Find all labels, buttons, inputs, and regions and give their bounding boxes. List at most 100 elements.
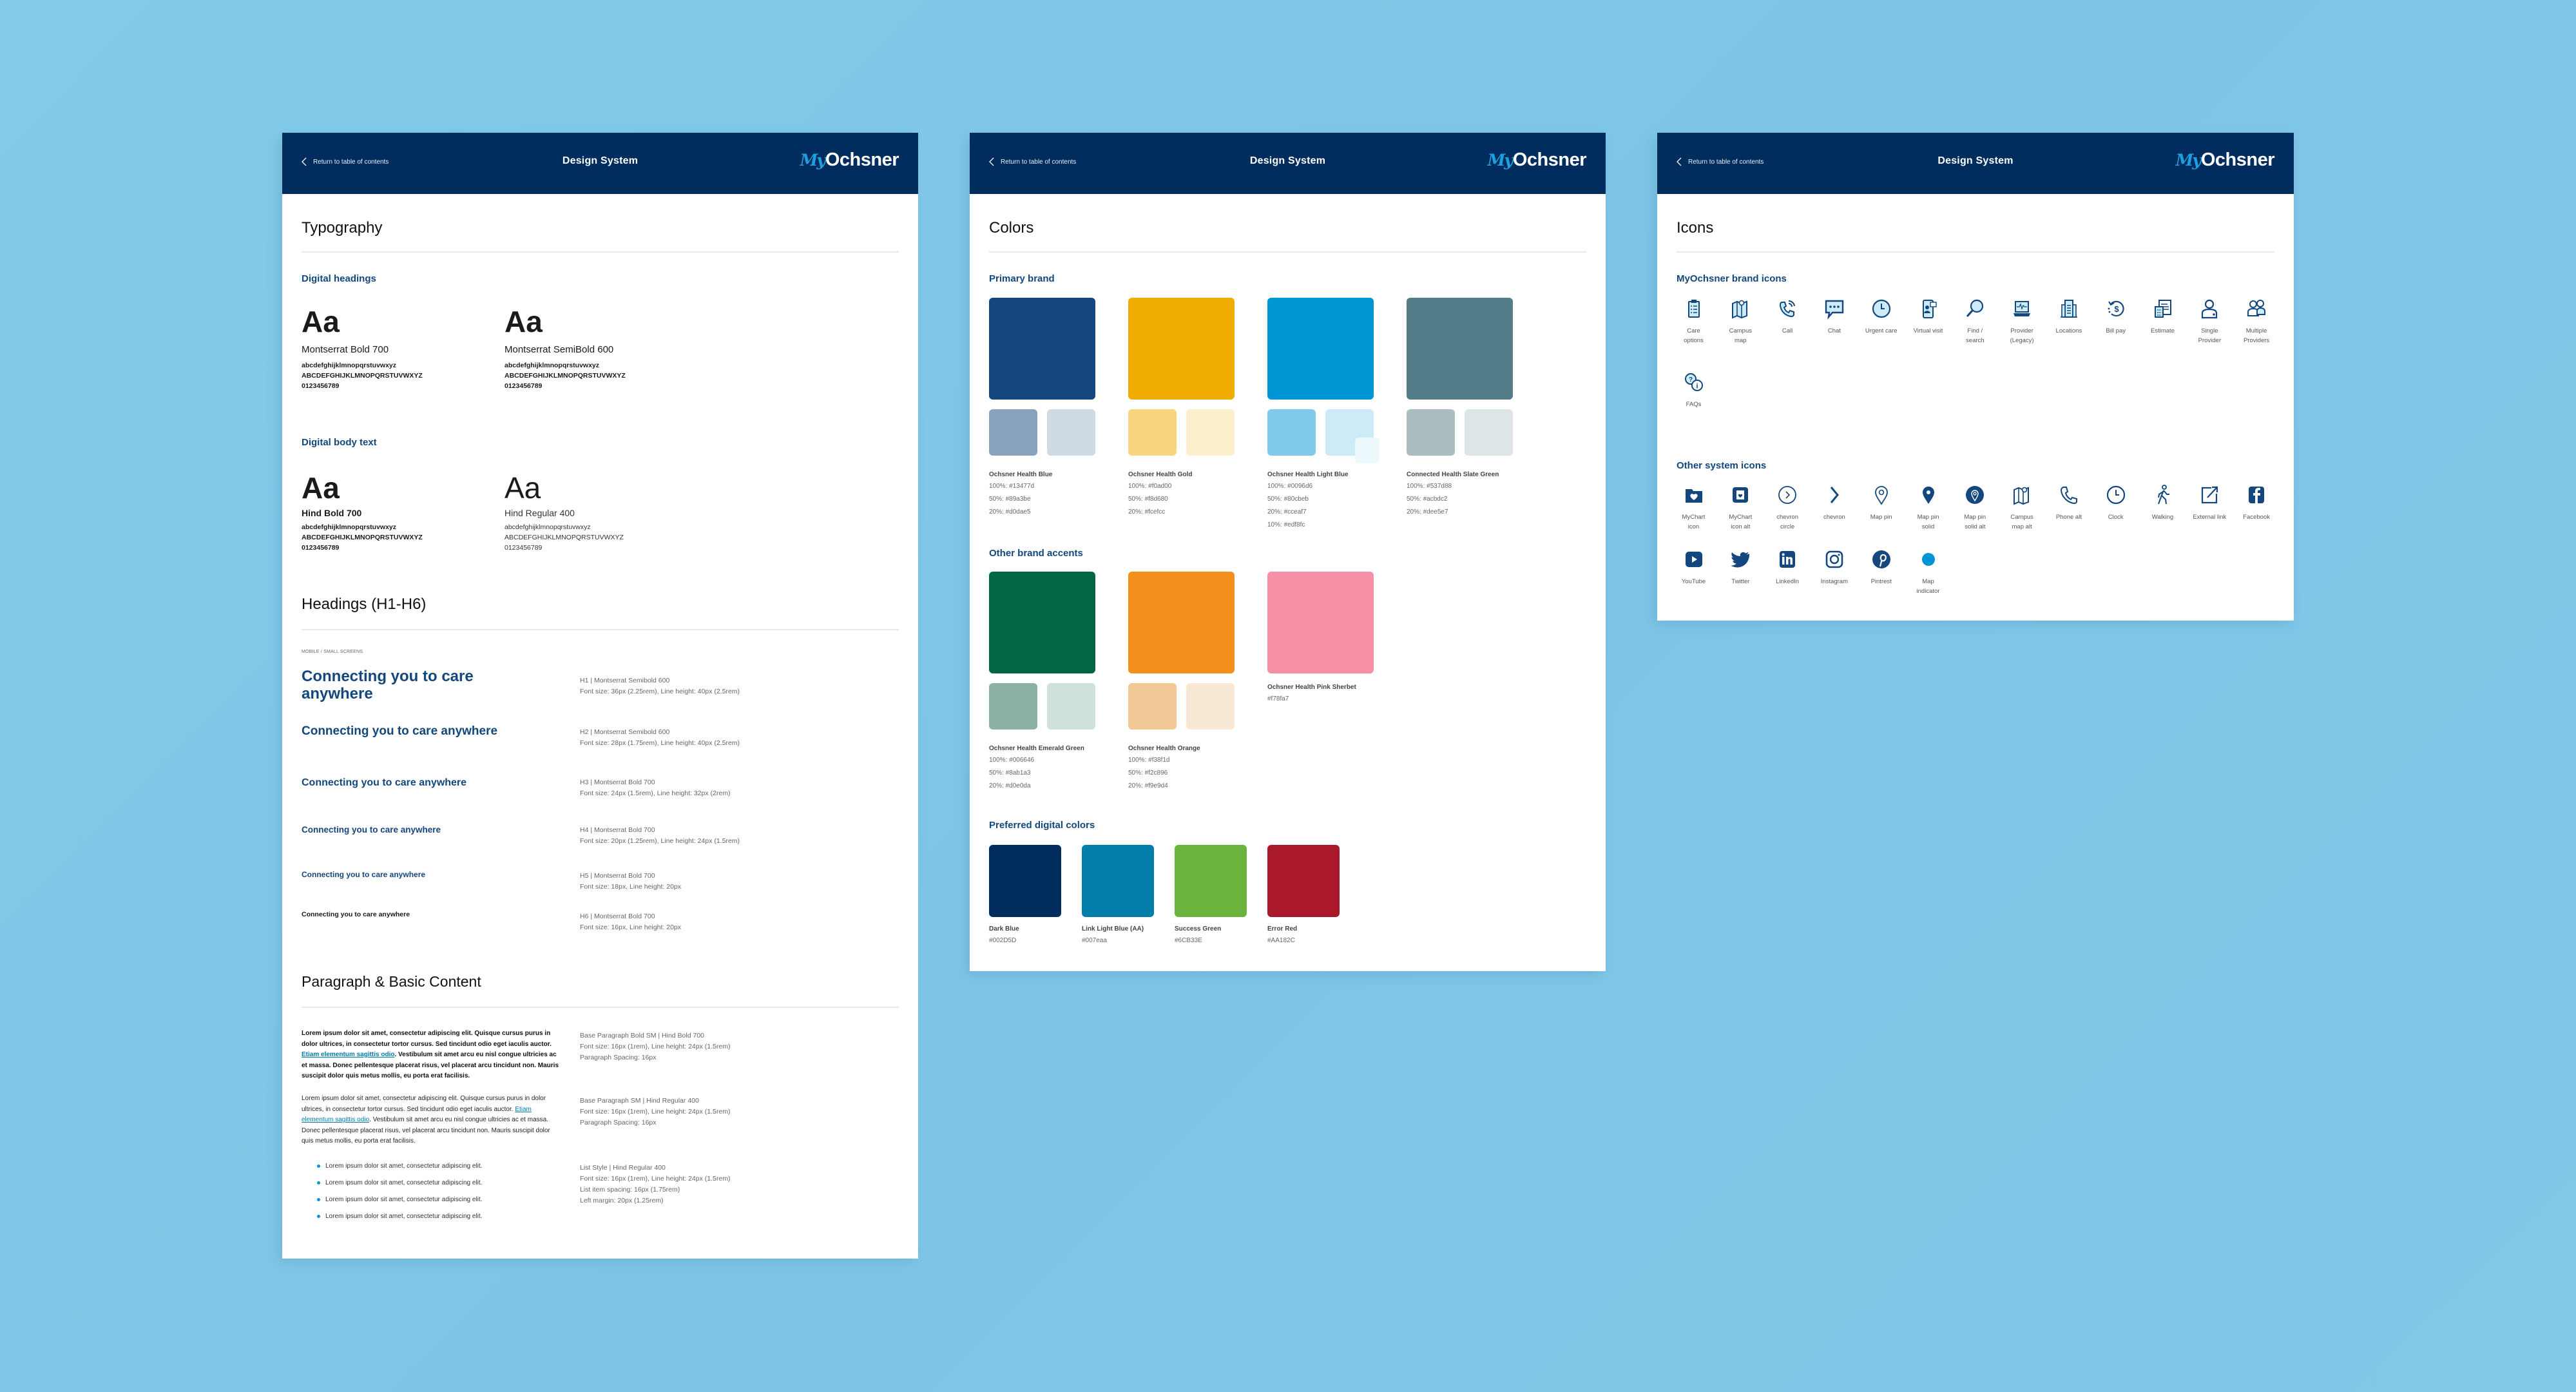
icon-tile[interactable]: Twitter — [1717, 548, 1764, 586]
section-title: Icons — [1677, 219, 1714, 237]
icon-label: MyChart icon — [1682, 514, 1706, 530]
color-swatch[interactable] — [1128, 298, 1235, 400]
myochsner-logo[interactable]: MyOchsner — [1488, 150, 1587, 171]
tint-swatch[interactable] — [1128, 409, 1177, 456]
icon-tile[interactable]: Multiple Providers — [2233, 298, 2280, 345]
color-swatch[interactable] — [1267, 572, 1374, 673]
font-name: Hind Regular 400 — [505, 508, 575, 518]
tint-swatch[interactable] — [1465, 409, 1513, 456]
faqs-icon: ?i — [1684, 373, 1703, 391]
icon-label: Twitter — [1731, 578, 1750, 585]
icon-tile[interactable]: Pintrest — [1858, 548, 1905, 586]
icon-label: chevron circle — [1776, 514, 1798, 530]
font-sample: Aa — [302, 305, 340, 338]
icon-tile[interactable]: ? i FAQs — [1670, 371, 1717, 409]
icon-tile[interactable]: chevron — [1811, 484, 1858, 522]
spec-line: Base Paragraph SM | Hind Regular 400 — [580, 1097, 699, 1105]
icon-tile[interactable]: Call — [1764, 298, 1811, 336]
inline-link[interactable]: Etiam elementum sagittis odio — [302, 1051, 394, 1058]
h2-sample: Connecting you to care anywhere — [302, 724, 498, 738]
color-swatch[interactable] — [1407, 298, 1513, 400]
color-swatch[interactable] — [989, 572, 1095, 673]
tint-swatch[interactable] — [1407, 409, 1455, 456]
icons-page: Return to table of contents Design Syste… — [1657, 133, 2294, 621]
icon-tile[interactable]: Find / search — [1952, 298, 1999, 345]
spec-line: Font size: 28px (1.75rem), Line height: … — [580, 739, 740, 747]
font-specimen: Aa Montserrat SemiBold 600 abcdefghijklm… — [505, 304, 626, 391]
icon-tile[interactable]: Provider (Legacy) — [1999, 298, 2046, 345]
icon-tile[interactable]: Single Provider — [2186, 298, 2233, 345]
icon-tile[interactable]: Map pin — [1858, 484, 1905, 522]
icon-tile[interactable]: Map pin solid — [1905, 484, 1952, 532]
icon-tile[interactable]: Campus map alt — [1999, 484, 2046, 532]
svg-text:$: $ — [2114, 304, 2119, 314]
tint-swatch[interactable] — [1267, 409, 1316, 456]
chat-icon — [1825, 300, 1844, 320]
icon-tile[interactable]: Clock — [2092, 484, 2139, 522]
icon-tile[interactable]: Virtual visit — [1905, 298, 1952, 336]
lowercase-alphabet: abcdefghijklmnopqrstuvwxyz — [505, 523, 591, 531]
subsection-title: Other brand accents — [989, 548, 1083, 559]
icon-tile[interactable]: Facebook — [2233, 484, 2280, 522]
icon-tile[interactable]: MyChart icon — [1670, 484, 1717, 532]
icon-tile[interactable]: Urgent care — [1858, 298, 1905, 336]
icon-tile[interactable]: Map indicator — [1905, 548, 1952, 596]
icon-tile[interactable]: Instagram — [1811, 548, 1858, 586]
tint-swatch[interactable] — [989, 409, 1037, 456]
colors-page: Return to table of contents Design Syste… — [970, 133, 1606, 971]
spec-line: H5 | Montserrat Bold 700 — [580, 872, 655, 880]
tint-swatch[interactable] — [989, 683, 1037, 730]
color-name: Ochsner Health Light Blue — [1267, 471, 1349, 478]
tint-swatch[interactable] — [1186, 683, 1235, 730]
locations-icon — [2060, 300, 2077, 318]
spec-line: Font size: 16px (1rem), Line height: 24p… — [580, 1043, 731, 1050]
color-hex-value: #AA182C — [1267, 937, 1295, 944]
myochsner-logo[interactable]: MyOchsner — [2176, 150, 2275, 171]
tint-swatch[interactable] — [1128, 683, 1177, 730]
icon-tile[interactable]: chevron circle — [1764, 484, 1811, 532]
color-swatch[interactable] — [1267, 845, 1340, 917]
icon-tile[interactable]: LinkedIn — [1764, 548, 1811, 586]
page-header: Return to table of contents Design Syste… — [970, 133, 1606, 194]
icon-tile[interactable]: Locations — [2045, 298, 2092, 336]
subsection-title: Primary brand — [989, 273, 1055, 284]
heading-spec: H6 | Montserrat Bold 700 Font size: 16px… — [580, 911, 681, 933]
color-swatch[interactable] — [1128, 572, 1235, 673]
tint-swatch[interactable] — [1047, 409, 1095, 456]
myochsner-logo[interactable]: MyOchsner — [800, 150, 899, 171]
color-swatch[interactable] — [989, 298, 1095, 400]
linkedin-icon — [1780, 551, 1796, 568]
icon-tile[interactable]: Map pin solid alt — [1952, 484, 1999, 532]
divider — [302, 629, 899, 630]
icon-label: Multiple Providers — [2244, 327, 2270, 344]
spec-line: Font size: 20px (1.25rem), Line height: … — [580, 837, 740, 845]
color-swatch[interactable] — [1267, 298, 1374, 400]
h3-sample: Connecting you to care anywhere — [302, 777, 467, 788]
color-name: Connected Health Slate Green — [1407, 471, 1499, 478]
icon-tile[interactable]: Campus map — [1717, 298, 1764, 345]
icon-tile[interactable]: $ Bill pay — [2092, 298, 2139, 336]
tint-swatch[interactable] — [1047, 683, 1095, 730]
color-name: Success Green — [1175, 925, 1222, 933]
color-swatch[interactable] — [1082, 845, 1154, 917]
icon-label: LinkedIn — [1776, 578, 1800, 585]
icon-tile[interactable]: Care options — [1670, 298, 1717, 345]
icon-tile[interactable]: Estimate — [2139, 298, 2186, 336]
icon-tile[interactable]: External link — [2186, 484, 2233, 522]
bullet-icon — [317, 1165, 320, 1168]
icon-tile[interactable]: Walking — [2139, 484, 2186, 522]
icon-tile[interactable]: MyChart icon alt — [1717, 484, 1764, 532]
icon-tile[interactable]: YouTube — [1670, 548, 1717, 586]
color-swatch[interactable] — [989, 845, 1061, 917]
icon-label: Walking — [2151, 514, 2174, 521]
tint-swatch[interactable] — [1355, 438, 1379, 463]
call-icon — [1780, 300, 1796, 318]
icon-tile[interactable]: Phone alt — [2045, 484, 2092, 522]
lowercase-alphabet: abcdefghijklmnopqrstuvwxyz — [505, 362, 600, 369]
icon-label: Provider (Legacy) — [2010, 327, 2034, 344]
color-swatch[interactable] — [1175, 845, 1247, 917]
tint-swatch[interactable] — [1186, 409, 1235, 456]
external-link-icon — [2202, 486, 2218, 504]
icon-tile[interactable]: Chat — [1811, 298, 1858, 336]
list-item: Lorem ipsum dolor sit amet, consectetur … — [317, 1196, 482, 1203]
